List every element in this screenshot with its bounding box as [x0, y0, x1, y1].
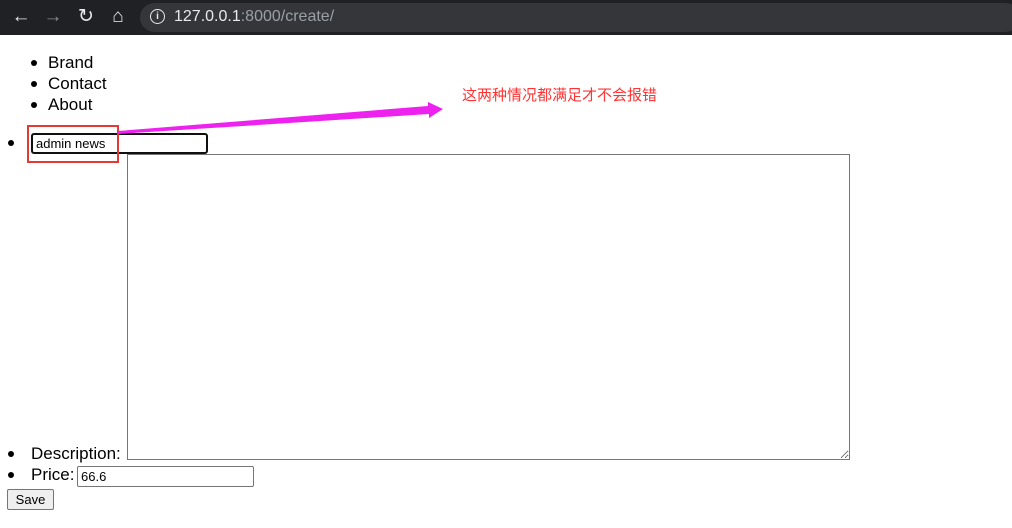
annotation-text: 这两种情况都满足才不会报错 — [462, 87, 658, 104]
annotation-arrow — [118, 102, 443, 134]
arrow-shape — [118, 102, 443, 134]
